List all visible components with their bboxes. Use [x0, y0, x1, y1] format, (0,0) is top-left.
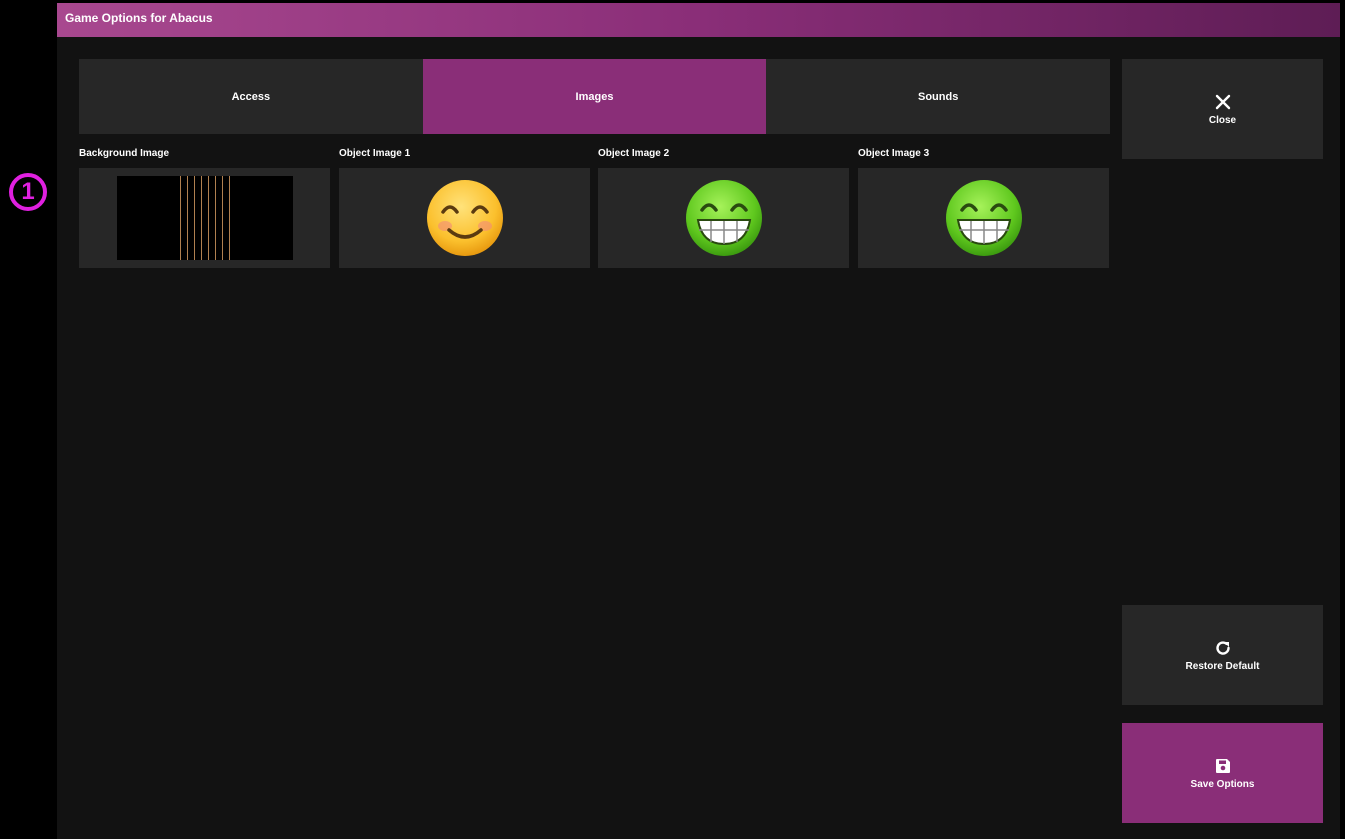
background-image-preview [116, 176, 293, 260]
background-image-card[interactable] [79, 168, 330, 268]
grinning-green-face-emoji [685, 180, 762, 256]
smiling-face-emoji [426, 180, 503, 256]
tab-access[interactable]: Access [79, 59, 423, 134]
window-title: Game Options for Abacus [57, 3, 1340, 37]
grinning-green-face-emoji [945, 180, 1022, 256]
refresh-icon [1215, 640, 1230, 655]
annotation-marker: 1 [9, 173, 47, 211]
tab-label: Images [575, 90, 614, 103]
close-label: Close [1208, 114, 1237, 126]
restore-default-button[interactable]: Restore Default [1122, 605, 1323, 705]
game-options-window: Game Options for Abacus Access Images So… [57, 3, 1340, 839]
object-image-2-label: Object Image 2 [598, 148, 670, 159]
object-image-3-label: Object Image 3 [858, 148, 930, 159]
close-button[interactable]: Close [1122, 59, 1323, 159]
background-image-label: Background Image [79, 148, 170, 159]
tab-label: Access [231, 90, 271, 103]
tab-label: Sounds [918, 90, 959, 103]
tab-images[interactable]: Images [422, 59, 767, 134]
tab-sounds[interactable]: Sounds [766, 59, 1111, 134]
object-image-3-card[interactable] [858, 168, 1109, 268]
save-options-label: Save Options [1190, 778, 1255, 790]
close-icon [1215, 94, 1230, 109]
restore-default-label: Restore Default [1185, 660, 1260, 672]
object-image-2-card[interactable] [598, 168, 849, 268]
object-image-1-card[interactable] [339, 168, 590, 268]
object-image-1-label: Object Image 1 [339, 148, 411, 159]
tab-bar: Access Images Sounds [79, 59, 1111, 134]
save-options-button[interactable]: Save Options [1122, 723, 1323, 823]
save-icon [1215, 758, 1230, 773]
